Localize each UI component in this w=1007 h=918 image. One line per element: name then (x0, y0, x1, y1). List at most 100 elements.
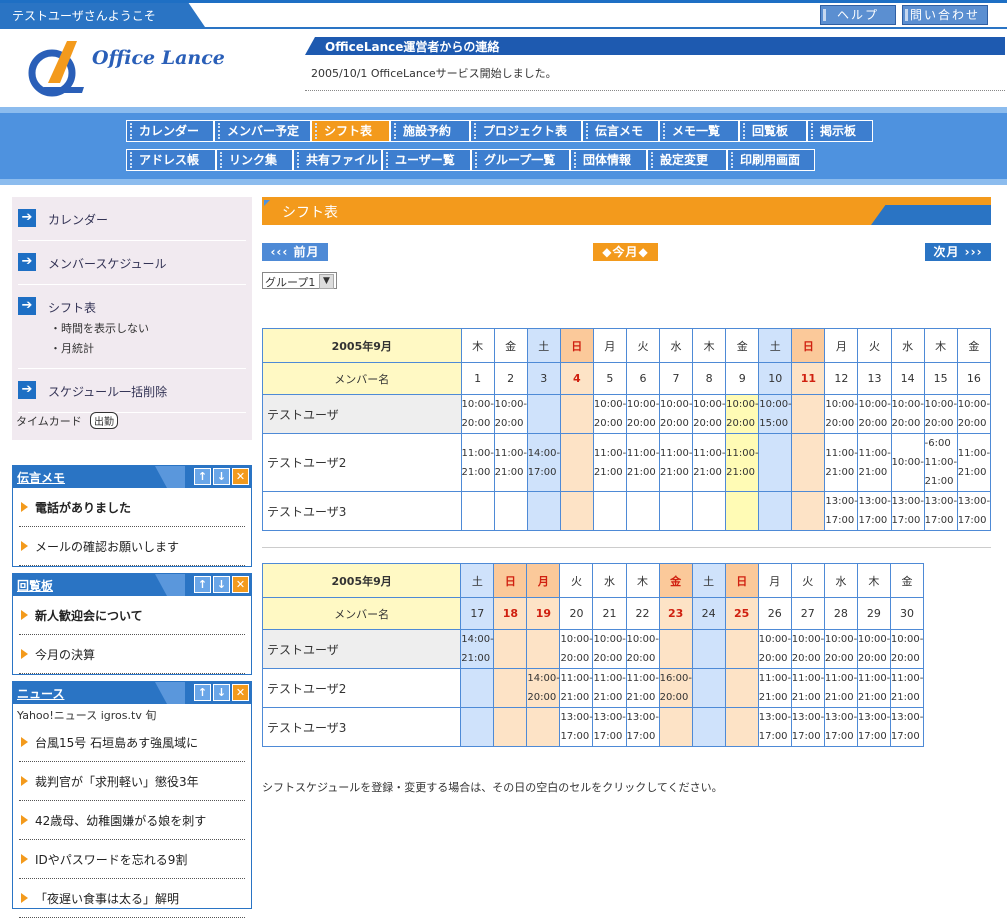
contact-button[interactable]: 問い合わせ (902, 5, 988, 25)
shift-cell[interactable]: 10:00- 20:00 (956, 394, 992, 434)
move-up-icon[interactable]: ↑ (194, 684, 211, 701)
shift-cell[interactable]: 13:00- 17:00 (625, 707, 660, 747)
shift-cell[interactable] (460, 668, 495, 708)
shift-cell[interactable]: 13:00- 17:00 (757, 707, 792, 747)
shift-cell[interactable] (526, 491, 561, 531)
day-header[interactable]: 27 (790, 597, 825, 630)
memo-item[interactable]: 電話がありました (19, 488, 245, 527)
shift-cell[interactable]: 13:00- 17:00 (890, 491, 925, 531)
shift-cell[interactable]: 11:00- 21:00 (823, 668, 858, 708)
shift-cell[interactable] (692, 491, 727, 531)
shift-cell[interactable] (724, 668, 759, 708)
shift-cell[interactable]: 11:00- 21:00 (625, 433, 661, 492)
day-header[interactable]: 14 (890, 362, 925, 395)
member-name[interactable]: テストユーザ2 (261, 668, 462, 708)
shift-cell[interactable]: 13:00- 17:00 (923, 491, 958, 531)
shift-cell[interactable]: 10:00- 15:00 (758, 394, 793, 434)
prev-month-button[interactable]: ‹‹‹ 前月 (262, 243, 328, 261)
day-header[interactable]: 23 (658, 597, 693, 630)
news-item[interactable]: 台風15号 石垣島あす強風域に (19, 723, 245, 762)
menu-item[interactable]: メンバー予定 (214, 120, 311, 142)
day-header[interactable]: 28 (823, 597, 858, 630)
this-month-button[interactable]: ◆今月◆ (593, 243, 658, 261)
menu-item[interactable]: メモ一覧 (659, 120, 739, 142)
member-name[interactable]: テストユーザ3 (262, 491, 462, 531)
menu-item[interactable]: 施設予約 (390, 120, 470, 142)
shift-cell[interactable] (791, 433, 826, 492)
shift-cell[interactable]: 11:00- 21:00 (592, 433, 627, 492)
menu-item[interactable]: リンク集 (216, 149, 293, 171)
shift-cell[interactable]: 11:00- 21:00 (625, 668, 660, 708)
close-icon[interactable]: ✕ (232, 576, 249, 593)
shift-cell[interactable] (493, 629, 528, 669)
menu-item[interactable]: ユーザー覧 (382, 149, 471, 171)
memo-title[interactable]: 伝言メモ (17, 471, 65, 485)
shift-cell[interactable]: 10:00- 20:00 (460, 394, 495, 434)
day-header[interactable]: 7 (658, 362, 694, 395)
move-down-icon[interactable]: ↓ (213, 576, 230, 593)
close-icon[interactable]: ✕ (232, 684, 249, 701)
shift-cell[interactable]: 10:00- 20:00 (790, 629, 825, 669)
sidenav-bulk-delete[interactable]: ➔ スケジュール一括削除 (18, 369, 246, 413)
memo-item[interactable]: メールの確認お願いします (19, 527, 245, 566)
shift-cell[interactable] (493, 668, 528, 708)
shift-cell[interactable]: 11:00- 21:00 (692, 433, 727, 492)
shift-cell[interactable]: 13:00- 17:00 (824, 491, 859, 531)
move-down-icon[interactable]: ↓ (213, 468, 230, 485)
member-name[interactable]: テストユーザ (261, 629, 462, 669)
shift-cell[interactable] (758, 491, 793, 531)
member-name[interactable]: テストユーザ (262, 394, 462, 434)
shift-cell[interactable] (791, 394, 826, 434)
menu-item[interactable]: 共有ファイル (293, 149, 382, 171)
shift-cell[interactable]: 10:00- 20:00 (658, 394, 694, 434)
shift-cell[interactable] (493, 491, 528, 531)
member-name[interactable]: テストユーザ2 (262, 433, 462, 492)
news-item[interactable]: 42歳母、幼稚園嫌がる娘を刺す (19, 801, 245, 840)
sidenav-shift[interactable]: ➔ シフト表 ・時間を表示しない ・月統計 (18, 285, 246, 369)
shift-cell[interactable]: 11:00- 21:00 (956, 433, 992, 492)
day-header[interactable]: 12 (824, 362, 859, 395)
day-header[interactable]: 9 (725, 362, 760, 395)
shift-cell[interactable] (758, 433, 793, 492)
shift-cell[interactable]: 11:00- 21:00 (592, 668, 627, 708)
shift-cell[interactable]: 13:00- 17:00 (857, 491, 892, 531)
day-header[interactable]: 13 (857, 362, 892, 395)
shift-cell[interactable] (691, 629, 726, 669)
shift-cell[interactable]: 11:00- 21:00 (757, 668, 792, 708)
shift-cell[interactable] (724, 707, 759, 747)
member-name[interactable]: テストユーザ3 (261, 707, 462, 747)
shift-cell[interactable]: 13:00- 17:00 (856, 707, 891, 747)
close-icon[interactable]: ✕ (232, 468, 249, 485)
day-header[interactable]: 15 (923, 362, 958, 395)
shift-cell[interactable]: 14:00- 21:00 (460, 629, 495, 669)
move-up-icon[interactable]: ↑ (194, 576, 211, 593)
shift-cell[interactable] (559, 433, 594, 492)
day-header[interactable]: 10 (758, 362, 793, 395)
shift-cell[interactable]: 13:00- 17:00 (823, 707, 858, 747)
shift-cell[interactable] (691, 668, 726, 708)
day-header[interactable]: 8 (692, 362, 727, 395)
shift-cell[interactable]: 10:00- 20:00 (625, 629, 660, 669)
shift-cell[interactable] (658, 629, 693, 669)
shift-cell[interactable]: 10:00- 20:00 (592, 394, 627, 434)
shift-cell[interactable]: 10:00- (890, 433, 925, 492)
shift-cell[interactable]: 11:00- 21:00 (493, 433, 528, 492)
shift-cell[interactable] (592, 491, 627, 531)
shift-cell[interactable]: 10:00- 20:00 (824, 394, 859, 434)
day-header[interactable]: 2 (493, 362, 528, 395)
shift-cell[interactable] (658, 491, 694, 531)
sidenav-monthly[interactable]: ・月統計 (48, 340, 246, 356)
day-header[interactable]: 26 (757, 597, 792, 630)
shift-cell[interactable]: 10:00- 20:00 (757, 629, 792, 669)
day-header[interactable]: 3 (526, 362, 561, 395)
shift-cell[interactable]: 11:00- 21:00 (856, 668, 891, 708)
day-header[interactable]: 22 (625, 597, 660, 630)
circular-item[interactable]: 新人歓迎会について (19, 596, 245, 635)
day-header[interactable]: 19 (526, 597, 561, 630)
news-item[interactable]: 裁判官が「求刑軽い」懲役3年 (19, 762, 245, 801)
shift-cell[interactable]: 14:00- 17:00 (526, 433, 561, 492)
day-header[interactable]: 21 (592, 597, 627, 630)
menu-item[interactable]: カレンダー (126, 120, 214, 142)
shift-cell[interactable]: 11:00- 21:00 (460, 433, 495, 492)
menu-item[interactable]: プロジェクト表 (470, 120, 582, 142)
